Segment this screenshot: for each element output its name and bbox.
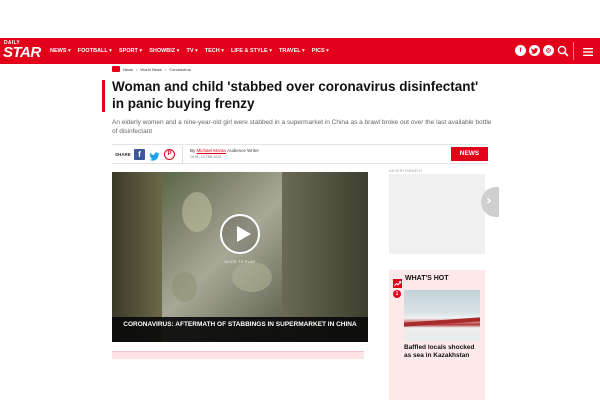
nav-item-sport[interactable]: SPORT ▾ [119,48,142,54]
section-badge[interactable]: NEWS [451,147,488,161]
headline-accent-bar [102,80,105,112]
article-headline: Woman and child 'stabbed over coronaviru… [112,79,479,111]
hamburger-menu-icon[interactable] [582,45,594,57]
whats-hot-headline[interactable]: Baffled locals shocked as sea in Kazakhs… [404,344,482,360]
share-label: SHARE [115,152,131,157]
play-button[interactable] [220,214,260,254]
divider [112,144,488,145]
nav-divider [573,42,574,60]
whats-hot-title: WHAT'S HOT [405,275,449,282]
play-icon [237,226,251,242]
facebook-icon[interactable]: f [515,45,526,56]
nav-item-life-style[interactable]: LIFE & STYLE ▾ [231,48,272,54]
main-nav: NEWS ▾ FOOTBALL ▾ SPORT ▾ SHOWBIZ ▾ TV ▾… [50,38,329,64]
whats-hot-thumbnail[interactable] [404,290,480,341]
chevron-right-icon: › [136,66,138,72]
breadcrumb-news[interactable]: News [123,67,133,72]
home-icon[interactable] [112,66,120,72]
social-links: f ◎ [515,45,554,56]
nav-item-football[interactable]: FOOTBALL ▾ [78,48,112,54]
video-shelf-blur [172,272,197,302]
nav-item-tech[interactable]: TECH ▾ [205,48,224,54]
daily-star-logo[interactable]: DAILY STAR [2,40,42,62]
publish-date: 16:51, 15 FEB 2020 [190,155,222,159]
nav-item-news[interactable]: NEWS ▾ [50,48,71,54]
nav-item-tv[interactable]: TV ▾ [186,48,197,54]
instagram-icon[interactable]: ◎ [543,45,554,56]
advertisement-slot [389,174,485,254]
search-icon[interactable] [556,44,570,58]
share-pinterest-icon[interactable]: P [164,149,175,160]
divider [182,146,183,164]
chevron-right-icon: › [164,66,167,72]
nav-item-showbiz[interactable]: SHOWBIZ ▾ [149,48,179,54]
author-role: Audience Writer [227,148,259,153]
breadcrumb-world-news[interactable]: World News [140,67,162,72]
video-player[interactable]: CLICK TO PLAY CORONAVIRUS: AFTERMATH OF … [112,172,368,342]
logo-star-text: STAR [3,44,41,61]
thumbnail-shoreline [404,317,480,327]
author-link[interactable]: Michael Moran [197,148,227,153]
video-shelf-blur [232,262,272,292]
byline: By Michael Moran Audience Writer [190,148,259,153]
breadcrumb: News › World News › Coronavirus [112,66,191,72]
twitter-icon[interactable] [529,45,540,56]
byline-prefix: By [190,148,196,153]
trending-icon [393,275,402,288]
click-to-play-label: CLICK TO PLAY [224,260,256,264]
nav-item-pics[interactable]: PICS ▾ [312,48,329,54]
video-shelf-blur [182,192,212,232]
whats-hot-panel: WHAT'S HOT 1 Baffled locals shocked as s… [389,270,485,400]
newsletter-strip [112,351,364,359]
chevron-right-icon: › [486,193,492,209]
video-caption: CORONAVIRUS: AFTERMATH OF STABBINGS IN S… [112,317,368,342]
advertisement-label: ADVERTISEMENT [389,169,423,173]
share-byline-row: SHARE f P By Michael Moran Audience Writ… [112,146,488,164]
nav-item-travel[interactable]: TRAVEL ▾ [279,48,305,54]
divider [112,163,488,164]
share-facebook-icon[interactable]: f [134,149,145,160]
top-navigation-bar: DAILY STAR NEWS ▾ FOOTBALL ▾ SPORT ▾ SHO… [0,38,600,64]
rank-badge: 1 [393,290,401,298]
article-standfirst: An elderly women and a nine-year-old gir… [112,119,492,135]
breadcrumb-coronavirus[interactable]: Coronavirus [169,67,191,72]
share-twitter-icon[interactable] [149,149,160,161]
